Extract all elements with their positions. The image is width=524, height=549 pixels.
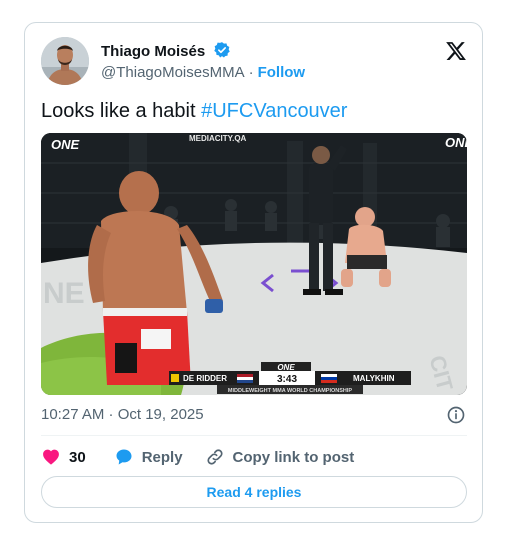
copy-link-label: Copy link to post bbox=[232, 448, 355, 466]
post-timestamp[interactable]: 10:27 AM · Oct 19, 2025 bbox=[41, 406, 204, 423]
tweet-text: Looks like a habit #UFCVancouver bbox=[41, 99, 347, 123]
copy-link-button[interactable]: Copy link to post bbox=[205, 447, 355, 467]
brand-right: ONE bbox=[445, 135, 467, 150]
tweet-body: Looks like a habit bbox=[41, 100, 202, 122]
tweet-media-image[interactable]: NE CIT ONE ON MEDIACITY.QA ONE DE RIDDER… bbox=[41, 133, 467, 395]
divider bbox=[41, 435, 467, 436]
hashtag-link[interactable]: #UFCVancouver bbox=[201, 100, 347, 122]
fighter-left: DE RIDDER bbox=[183, 374, 227, 383]
scoreboard-title: MIDDLEWEIGHT MMA WORLD CHAMPIONSHIP bbox=[228, 388, 352, 394]
scoreboard-clock: 3:43 bbox=[277, 374, 297, 385]
author-name-row[interactable]: Thiago Moisés bbox=[101, 41, 231, 60]
brand-left: ONE bbox=[51, 137, 80, 152]
reply-label: Reply bbox=[141, 448, 183, 466]
author-name[interactable]: Thiago Moisés bbox=[101, 43, 205, 60]
avatar[interactable] bbox=[41, 37, 89, 85]
reply-bubble-icon bbox=[116, 449, 132, 465]
fighter-right: MALYKHIN bbox=[353, 374, 395, 383]
info-icon[interactable] bbox=[446, 405, 466, 425]
like-count: 30 bbox=[69, 448, 86, 466]
sponsor-banner: MEDIACITY.QA bbox=[189, 134, 247, 143]
x-logo-icon[interactable] bbox=[445, 40, 467, 62]
separator-dot: · bbox=[248, 64, 254, 81]
read-replies-label: Read 4 replies bbox=[206, 484, 302, 500]
scoreboard-brand: ONE bbox=[277, 363, 295, 372]
read-replies-button[interactable]: Read 4 replies bbox=[41, 476, 467, 508]
author-handle-row: @ThiagoMoisesMMA · Follow bbox=[101, 64, 305, 81]
follow-link[interactable]: Follow bbox=[258, 64, 306, 81]
reply-button[interactable]: Reply bbox=[114, 447, 183, 467]
like-button[interactable]: 30 bbox=[41, 447, 114, 467]
canvas-ring-text: NE bbox=[43, 277, 85, 310]
link-icon bbox=[207, 449, 223, 465]
heart-icon bbox=[43, 449, 59, 465]
author-handle[interactable]: @ThiagoMoisesMMA bbox=[101, 64, 245, 81]
action-bar: 30 Reply Copy link to post bbox=[41, 445, 354, 469]
embedded-post-card: Thiago Moisés @ThiagoMoisesMMA · Follow Lo… bbox=[24, 22, 483, 523]
verified-badge-icon bbox=[214, 42, 231, 58]
